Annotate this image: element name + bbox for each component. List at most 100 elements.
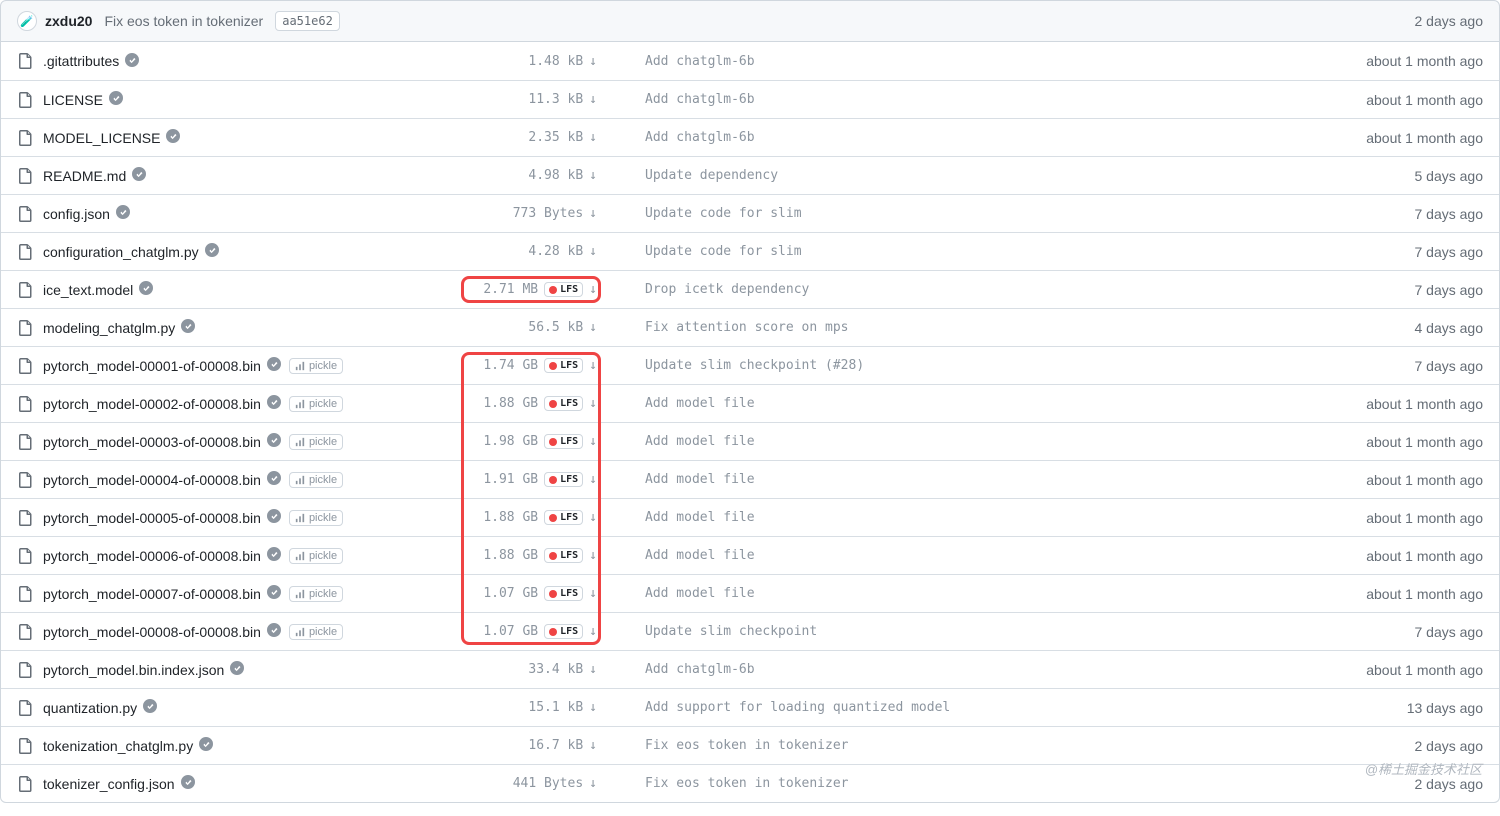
file-time: about 1 month ago	[1313, 434, 1483, 450]
file-size-cell: 773 Bytes↓	[417, 206, 597, 221]
commit-message[interactable]: Fix eos token in tokenizer	[104, 13, 263, 29]
file-link[interactable]: configuration_chatglm.py	[43, 244, 199, 260]
pickle-badge[interactable]: pickle	[289, 624, 343, 640]
commit-message-cell[interactable]: Fix eos token in tokenizer	[597, 738, 1313, 753]
commit-message-cell[interactable]: Add model file	[597, 586, 1313, 601]
lfs-badge[interactable]: LFS	[544, 472, 583, 487]
download-icon[interactable]: ↓	[589, 738, 597, 753]
commit-message-cell[interactable]: Add chatglm-6b	[597, 54, 1313, 69]
safe-icon	[175, 775, 195, 792]
pickle-badge[interactable]: pickle	[289, 358, 343, 374]
file-link[interactable]: quantization.py	[43, 700, 137, 716]
download-icon[interactable]: ↓	[589, 662, 597, 677]
commit-hash[interactable]: aa51e62	[275, 11, 340, 31]
safe-icon	[193, 737, 213, 754]
file-link[interactable]: .gitattributes	[43, 53, 119, 69]
file-link[interactable]: pytorch_model-00008-of-00008.bin	[43, 624, 261, 640]
commit-message-cell[interactable]: Update code for slim	[597, 206, 1313, 221]
file-link[interactable]: pytorch_model-00001-of-00008.bin	[43, 358, 261, 374]
lfs-badge[interactable]: LFS	[544, 396, 583, 411]
file-size: 1.88 GB	[483, 396, 538, 411]
commit-message-cell[interactable]: Update dependency	[597, 168, 1313, 183]
download-icon[interactable]: ↓	[589, 130, 597, 145]
file-link[interactable]: pytorch_model-00005-of-00008.bin	[43, 510, 261, 526]
lfs-badge[interactable]: LFS	[544, 510, 583, 525]
commit-message-cell[interactable]: Add chatglm-6b	[597, 130, 1313, 145]
file-size-cell: 1.07 GB LFS ↓	[417, 586, 597, 601]
commit-message-cell[interactable]: Update slim checkpoint	[597, 624, 1313, 639]
download-icon[interactable]: ↓	[589, 510, 597, 525]
file-link[interactable]: config.json	[43, 206, 110, 222]
pickle-badge[interactable]: pickle	[289, 434, 343, 450]
commit-message-cell[interactable]: Add model file	[597, 434, 1313, 449]
commit-message-cell[interactable]: Fix attention score on mps	[597, 320, 1313, 335]
pickle-badge[interactable]: pickle	[289, 548, 343, 564]
download-icon[interactable]: ↓	[589, 282, 597, 297]
download-icon[interactable]: ↓	[589, 700, 597, 715]
commit-message-cell[interactable]: Add model file	[597, 396, 1313, 411]
lfs-badge[interactable]: LFS	[544, 624, 583, 639]
file-row: LICENSE11.3 kB↓Add chatglm-6babout 1 mon…	[1, 80, 1499, 118]
download-icon[interactable]: ↓	[589, 358, 597, 373]
file-row: modeling_chatglm.py56.5 kB↓Fix attention…	[1, 308, 1499, 346]
commit-message-cell[interactable]: Add chatglm-6b	[597, 662, 1313, 677]
file-row: pytorch_model-00008-of-00008.binpickle1.…	[1, 612, 1499, 650]
file-link[interactable]: MODEL_LICENSE	[43, 130, 160, 146]
pickle-badge[interactable]: pickle	[289, 510, 343, 526]
file-size-cell: 15.1 kB ↓	[417, 700, 597, 715]
file-link[interactable]: tokenization_chatglm.py	[43, 738, 193, 754]
file-time: about 1 month ago	[1313, 586, 1483, 602]
file-size: 15.1 kB	[528, 700, 583, 715]
download-icon[interactable]: ↓	[589, 434, 597, 449]
download-icon[interactable]: ↓	[589, 624, 597, 639]
download-icon[interactable]: ↓	[589, 776, 597, 791]
commit-message-cell[interactable]: Update slim checkpoint (#28)	[597, 358, 1313, 373]
safe-icon	[224, 661, 244, 678]
download-icon[interactable]: ↓	[589, 244, 597, 259]
file-link[interactable]: pytorch_model-00006-of-00008.bin	[43, 548, 261, 564]
file-link[interactable]: pytorch_model.bin.index.json	[43, 662, 224, 678]
lfs-badge[interactable]: LFS	[544, 282, 583, 297]
file-link[interactable]: pytorch_model-00003-of-00008.bin	[43, 434, 261, 450]
commit-message-cell[interactable]: Add chatglm-6b	[597, 92, 1313, 107]
commit-message-cell[interactable]: Fix eos token in tokenizer	[597, 776, 1313, 791]
file-name-cell: pytorch_model-00002-of-00008.bin pickle	[17, 395, 417, 412]
lfs-badge[interactable]: LFS	[544, 586, 583, 601]
commit-author[interactable]: zxdu20	[45, 13, 92, 29]
file-link[interactable]: README.md	[43, 168, 126, 184]
safe-icon	[119, 53, 139, 70]
lfs-badge[interactable]: LFS	[544, 434, 583, 449]
commit-message-cell[interactable]: Add model file	[597, 510, 1313, 525]
lfs-badge[interactable]: LFS	[544, 358, 583, 373]
download-icon[interactable]: ↓	[589, 92, 597, 107]
download-icon[interactable]: ↓	[589, 472, 597, 487]
download-icon[interactable]: ↓	[589, 396, 597, 411]
pickle-badge[interactable]: pickle	[289, 396, 343, 412]
lfs-badge[interactable]: LFS	[544, 548, 583, 563]
file-link[interactable]: pytorch_model-00007-of-00008.bin	[43, 586, 261, 602]
pickle-badge[interactable]: pickle	[289, 586, 343, 602]
file-time: 13 days ago	[1313, 700, 1483, 716]
download-icon[interactable]: ↓	[589, 168, 597, 183]
file-size: 1.07 GB	[483, 586, 538, 601]
commit-message-cell[interactable]: Add support for loading quantized model	[597, 700, 1313, 715]
avatar[interactable]: 🧪	[17, 11, 37, 31]
download-icon[interactable]: ↓	[589, 320, 597, 335]
download-icon[interactable]: ↓	[589, 586, 597, 601]
commit-message-cell[interactable]: Add model file	[597, 472, 1313, 487]
safe-icon	[160, 129, 180, 146]
download-icon[interactable]: ↓	[589, 548, 597, 563]
commit-message-cell[interactable]: Add model file	[597, 548, 1313, 563]
file-link[interactable]: tokenizer_config.json	[43, 776, 175, 792]
file-link[interactable]: pytorch_model-00004-of-00008.bin	[43, 472, 261, 488]
file-link[interactable]: modeling_chatglm.py	[43, 320, 175, 336]
pickle-badge[interactable]: pickle	[289, 472, 343, 488]
file-link[interactable]: pytorch_model-00002-of-00008.bin	[43, 396, 261, 412]
commit-time: 2 days ago	[1415, 13, 1484, 29]
file-link[interactable]: ice_text.model	[43, 282, 133, 298]
download-icon[interactable]: ↓	[589, 206, 597, 221]
commit-message-cell[interactable]: Drop icetk dependency	[597, 282, 1313, 297]
file-link[interactable]: LICENSE	[43, 92, 103, 108]
commit-message-cell[interactable]: Update code for slim	[597, 244, 1313, 259]
download-icon[interactable]: ↓	[589, 54, 597, 69]
